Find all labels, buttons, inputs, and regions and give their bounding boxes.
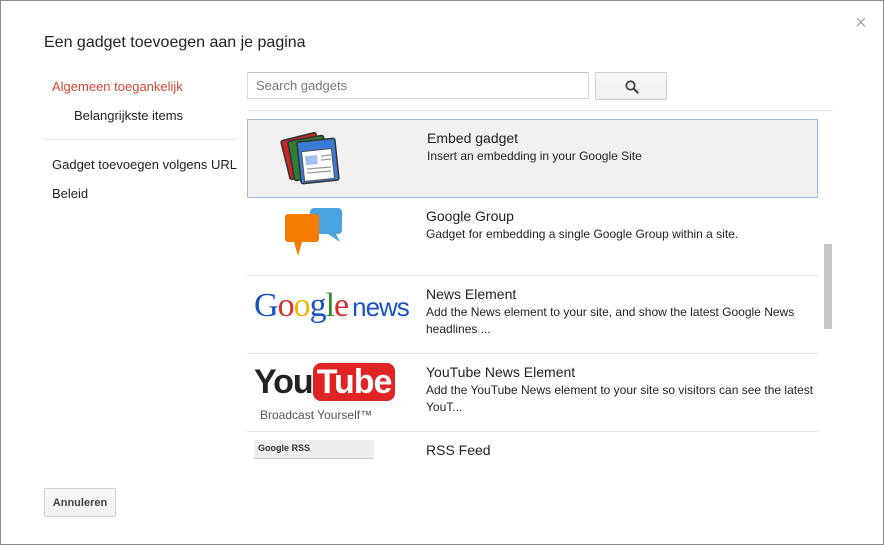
gadget-description: Add the News element to your site, and s…: [426, 305, 795, 336]
gadget-row-rss-feed[interactable]: Google RSS RSS Feed: [247, 432, 818, 461]
google-rss-thumb: Google RSS: [252, 434, 376, 461]
gadget-name: Google Group: [426, 208, 514, 224]
nav-item-add-by-url[interactable]: Gadget toevoegen volgens URL: [52, 157, 237, 172]
gadget-name: YouTube News Element: [426, 364, 576, 380]
youtube-tagline: Broadcast Yourself™: [260, 408, 373, 422]
google-news-logo: Google news: [254, 287, 410, 324]
nav-item-policy[interactable]: Beleid: [52, 186, 88, 201]
list-scrollbar[interactable]: [824, 244, 832, 329]
list-divider: [247, 110, 833, 111]
gadget-name: News Element: [426, 286, 517, 302]
search-button[interactable]: [595, 72, 667, 100]
nav-divider: [44, 139, 236, 140]
stacked-browser-windows-icon: [253, 122, 377, 194]
gadget-row-news-element[interactable]: Google news News Element Add the News ele…: [247, 276, 818, 354]
add-gadget-dialog: Een gadget toevoegen aan je pagina × Alg…: [0, 0, 884, 545]
rss-thumb-label: Google RSS: [258, 443, 311, 453]
gadget-row-embed[interactable]: Embed gadget Insert an embedding in your…: [247, 119, 818, 198]
gadget-list: Embed gadget Insert an embedding in your…: [247, 119, 818, 461]
gadget-description: Add the YouTube News element to your sit…: [426, 383, 814, 414]
youtube-logo: You Tube Broadcast Yourself™: [252, 356, 396, 428]
gadget-description: Insert an embedding in your Google Site: [427, 149, 642, 163]
close-icon[interactable]: ×: [855, 13, 867, 33]
gadget-row-google-group[interactable]: Google Group Gadget for embedding a sing…: [247, 198, 818, 276]
chat-bubbles-icon: [252, 200, 376, 272]
search-field[interactable]: [247, 72, 589, 99]
search-input[interactable]: [248, 73, 588, 98]
nav-item-featured[interactable]: Belangrijkste items: [74, 108, 183, 123]
gadget-name: Embed gadget: [427, 130, 519, 146]
nav-item-public[interactable]: Algemeen toegankelijk: [52, 79, 183, 94]
search-icon: [625, 80, 639, 94]
cancel-button[interactable]: Annuleren: [44, 488, 116, 517]
dialog-title: Een gadget toevoegen aan je pagina: [44, 34, 306, 51]
gadget-name: RSS Feed: [426, 442, 491, 458]
gadget-row-youtube-news[interactable]: You Tube Broadcast Yourself™ YouTube News…: [247, 354, 818, 432]
gadget-description: Gadget for embedding a single Google Gro…: [426, 227, 739, 241]
